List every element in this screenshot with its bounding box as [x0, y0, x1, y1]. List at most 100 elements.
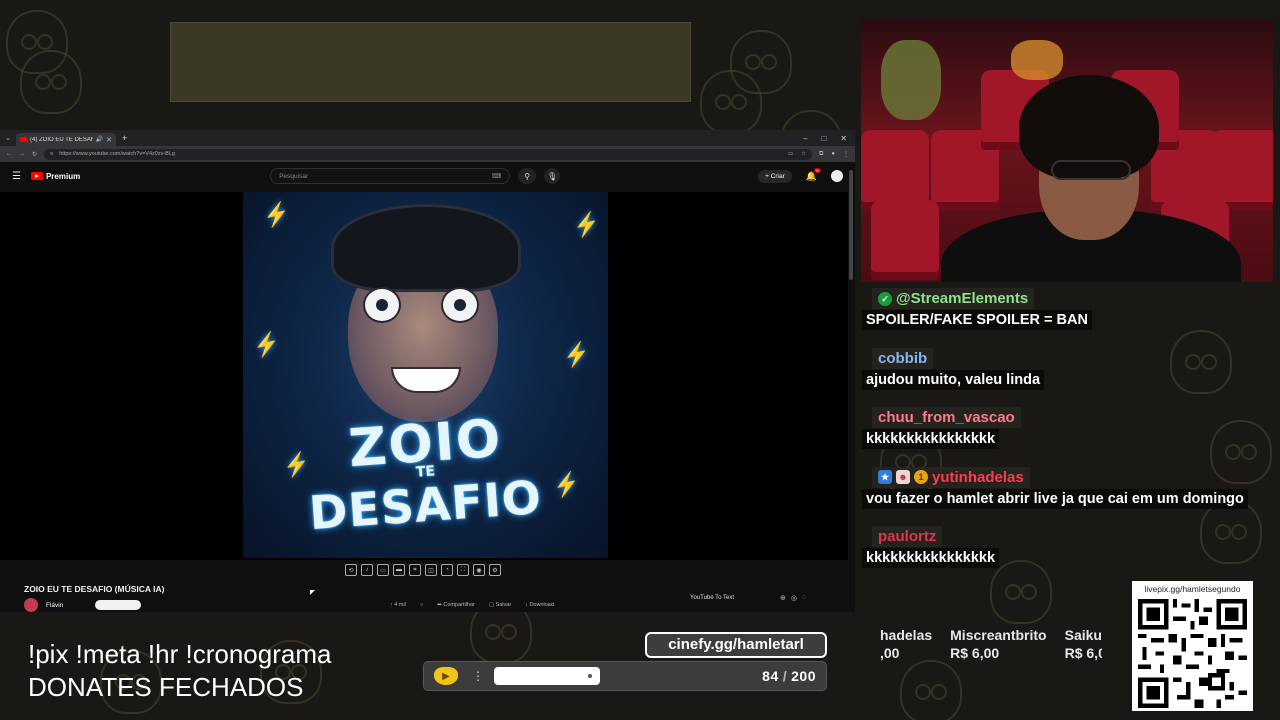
chat-message-text: SPOILER/FAKE SPOILER = BAN [862, 310, 1092, 330]
chat-username-text: chuu_from_vascao [878, 409, 1015, 426]
tab-audio-icon[interactable]: 🔊 [96, 136, 103, 143]
browser-window: ⌄ (4) ZOIO EU TE DESAFIO (M 🔊 ✕ + – □ ✕ … [0, 130, 855, 612]
search-placeholder: Pesquisar [279, 172, 309, 180]
video-thumbnail: ⚡ ⚡ ⚡ ⚡ ⚡ ⚡ ZOIO TE DESAFIO [243, 192, 608, 558]
notifications-bell-icon[interactable]: 🔔 9+ [806, 167, 821, 182]
download-button[interactable]: ↓ Download [525, 602, 554, 608]
channel-avatar[interactable] [24, 598, 38, 612]
browser-tabbar: ⌄ (4) ZOIO EU TE DESAFIO (M 🔊 ✕ + – □ ✕ [0, 130, 855, 146]
donor-name: hadelas [880, 627, 933, 643]
thumbnail-cap [331, 204, 521, 292]
save-button[interactable]: ▢ Salvar [489, 602, 511, 608]
tab-search-icon[interactable]: ⌄ [0, 134, 16, 142]
search-input[interactable]: Pesquisar ⌨ [270, 168, 511, 184]
donor-entry: Saikug R$ 6,00 [1065, 626, 1102, 666]
bookmark-star-icon[interactable]: ☆ [801, 151, 806, 157]
extensions-icon[interactable]: ⧉ [819, 151, 823, 158]
language-flag-icon[interactable]: ⊕ [780, 594, 786, 602]
chat-username[interactable]: ✓ @StreamElements [872, 288, 1035, 309]
like-button[interactable]: ↑ 4 mil [390, 602, 406, 608]
donor-entry: hadelas ,00 [880, 626, 932, 666]
channel-name[interactable]: Flávin [46, 602, 63, 609]
share-button[interactable]: ➦ Compartilhar [437, 602, 475, 608]
site-info-icon[interactable]: ≡ [50, 151, 53, 157]
cast-icon[interactable]: ▭ [788, 151, 793, 157]
theater-icon[interactable]: ▬ [393, 564, 405, 576]
back-icon[interactable]: ← [6, 151, 12, 157]
page-scrollbar[interactable] [849, 170, 853, 280]
chat-message: paulortz kkkkkkkkkkkkkkkk [862, 524, 1280, 584]
window-controls: – □ ✕ [803, 134, 855, 143]
donor-entry: Miscreantbrito R$ 6,00 [950, 626, 1046, 666]
url-text: https://www.youtube.com/watch?v=V4z0zv-B… [59, 151, 175, 157]
goal-total: 200 [791, 668, 816, 684]
mouse-cursor-icon [310, 590, 315, 595]
verified-check-icon: ✓ [878, 291, 892, 306]
face-badge-icon: ☻ [896, 470, 910, 484]
extension-icons: ⊕ ◎ ◌ [780, 594, 806, 602]
search-button[interactable]: ⚲ [518, 168, 537, 184]
chat-username-text: @StreamElements [896, 290, 1029, 307]
create-label: Criar [770, 172, 785, 180]
settings-gear-icon[interactable]: ⚙ [489, 564, 501, 576]
chat-message-text: kkkkkkkkkkkkkkkk [862, 429, 1000, 449]
address-bar-row: ← → ↻ ≡ https://www.youtube.com/watch?v=… [0, 146, 855, 162]
chat-username[interactable]: chuu_from_vascao [872, 407, 1021, 428]
screen-icon[interactable]: ▭ [377, 564, 389, 576]
speed-icon[interactable]: ◔ [441, 564, 453, 576]
channel-row: Flávin [24, 598, 142, 612]
play-coin-icon: ▶ [434, 667, 458, 685]
lorax-figure [1011, 40, 1063, 80]
crop-icon[interactable]: ⌗ [409, 564, 421, 576]
video-player[interactable]: ⚡ ⚡ ⚡ ⚡ ⚡ ⚡ ZOIO TE DESAFIO [0, 192, 848, 560]
screenshot-icon[interactable]: ◉ [473, 564, 485, 576]
video-actions: ↑ 4 mil ○ ➦ Compartilhar ▢ Salvar ↓ Down… [390, 602, 554, 608]
chat-message-text: kkkkkkkkkkkkkkkk [862, 548, 1000, 568]
browser-tab[interactable]: (4) ZOIO EU TE DESAFIO (M 🔊 ✕ [16, 133, 116, 146]
youtube-logo[interactable]: Premium [30, 172, 80, 181]
keyboard-icon[interactable]: ⌨ [492, 172, 501, 180]
subscribe-button[interactable] [95, 600, 142, 610]
youtube-favicon-icon [20, 137, 27, 142]
maximize-button[interactable]: □ [821, 134, 826, 143]
donor-name: Saikug [1064, 627, 1102, 643]
audio-icon[interactable]: ♪ [361, 564, 373, 576]
chat-username-text: cobbib [878, 349, 928, 367]
chat-message: ★ ☻ 1 yutinhadelas vou fazer o hamlet ab… [862, 465, 1280, 525]
webcam-feed [861, 20, 1273, 282]
chat-message-text: vou fazer o hamlet abrir live ja que cai… [862, 488, 1248, 509]
hamburger-menu-icon[interactable]: ☰ [12, 171, 21, 182]
chat-panel: ✓ @StreamElements SPOILER/FAKE SPOILER =… [862, 286, 1280, 584]
account-avatar[interactable] [831, 170, 843, 182]
donates-status: DONATES FECHADOS [28, 672, 304, 702]
url-field[interactable]: ≡ https://www.youtube.com/watch?v=V4z0zv… [44, 148, 813, 160]
pip-icon[interactable]: ◫ [425, 564, 437, 576]
reload-icon[interactable]: ↻ [32, 151, 37, 158]
new-tab-icon[interactable]: + [122, 133, 127, 143]
minimize-button[interactable]: – [803, 134, 807, 143]
chat-username-text: yutinhadelas [932, 468, 1024, 486]
toggle-icon[interactable]: ◎ [791, 594, 797, 602]
dislike-button[interactable]: ○ [420, 602, 423, 608]
close-window-button[interactable]: ✕ [840, 134, 847, 143]
chat-username[interactable]: ★ ☻ 1 yutinhadelas [872, 466, 1030, 488]
stream-commands: !pix !meta !hr !cronograma DONATES FECHA… [28, 638, 331, 704]
browser-menu-icon[interactable]: ⋮ [843, 151, 849, 158]
cinefy-link: cinefy.gg/hamletarl [645, 632, 827, 658]
loop-icon[interactable]: ⟲ [345, 564, 357, 576]
voice-search-button[interactable]: 🎙 [544, 168, 561, 184]
forward-icon[interactable]: → [19, 151, 25, 157]
chat-username[interactable]: cobbib [872, 347, 934, 369]
fullscreen-icon[interactable]: ⛶ [457, 564, 469, 576]
youtube-to-text-label[interactable]: YouTube To Text [690, 595, 734, 601]
tab-close-icon[interactable]: ✕ [106, 136, 112, 144]
donor-amount: R$ 6,00 [950, 645, 1000, 661]
profile-icon[interactable]: ● [831, 151, 835, 158]
options-icon[interactable]: ◌ [802, 594, 806, 602]
chat-username[interactable]: paulortz [872, 526, 943, 547]
goal-progress-track [494, 667, 600, 685]
donor-name: Miscreantbrito [950, 627, 1047, 643]
chat-message: ✓ @StreamElements SPOILER/FAKE SPOILER =… [862, 286, 1280, 346]
microphone-icon: 🎙 [547, 171, 558, 181]
create-button[interactable]: + Criar [758, 169, 792, 183]
